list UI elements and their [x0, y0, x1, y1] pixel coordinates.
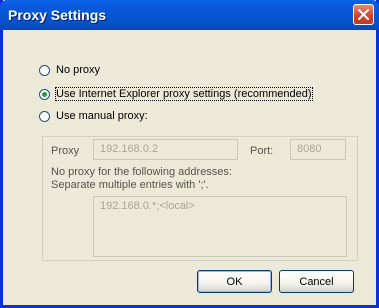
radio-label-manual-proxy: Use manual proxy: — [56, 110, 148, 122]
radio-no-proxy[interactable]: No proxy — [39, 62, 100, 78]
radio-label-use-ie-settings: Use Internet Explorer proxy settings (re… — [55, 87, 313, 101]
close-icon — [358, 9, 369, 20]
radio-indicator[interactable] — [39, 64, 50, 76]
port-label: Port: — [250, 145, 274, 157]
dialog-title: Proxy Settings — [8, 7, 107, 23]
proxy-settings-dialog: Proxy Settings No proxy Use Internet Exp… — [0, 0, 379, 308]
title-bar[interactable]: Proxy Settings — [0, 0, 379, 30]
radio-manual-proxy[interactable]: Use manual proxy: — [39, 108, 148, 124]
proxy-host-value: 192.168.0.2 — [100, 143, 159, 155]
cancel-button[interactable]: Cancel — [279, 270, 354, 293]
port-field[interactable]: 8080 — [290, 139, 346, 160]
proxy-host-field[interactable]: 192.168.0.2 — [93, 139, 238, 160]
proxy-label: Proxy — [51, 145, 80, 157]
no-proxy-addresses-field[interactable]: 192.168.0.*;<local> — [93, 196, 347, 257]
radio-indicator-selected[interactable] — [39, 88, 50, 100]
port-value: 8080 — [297, 143, 322, 155]
no-proxy-label: No proxy for the following addresses: — [51, 166, 232, 178]
ok-button[interactable]: OK — [197, 270, 272, 293]
no-proxy-hint: Separate multiple entries with ';'. — [51, 179, 209, 191]
radio-label-no-proxy: No proxy — [56, 64, 101, 76]
no-proxy-addresses-value: 192.168.0.*;<local> — [100, 200, 195, 212]
radio-indicator[interactable] — [39, 110, 50, 122]
close-button[interactable] — [353, 4, 374, 25]
radio-use-ie-settings[interactable]: Use Internet Explorer proxy settings (re… — [39, 86, 313, 102]
